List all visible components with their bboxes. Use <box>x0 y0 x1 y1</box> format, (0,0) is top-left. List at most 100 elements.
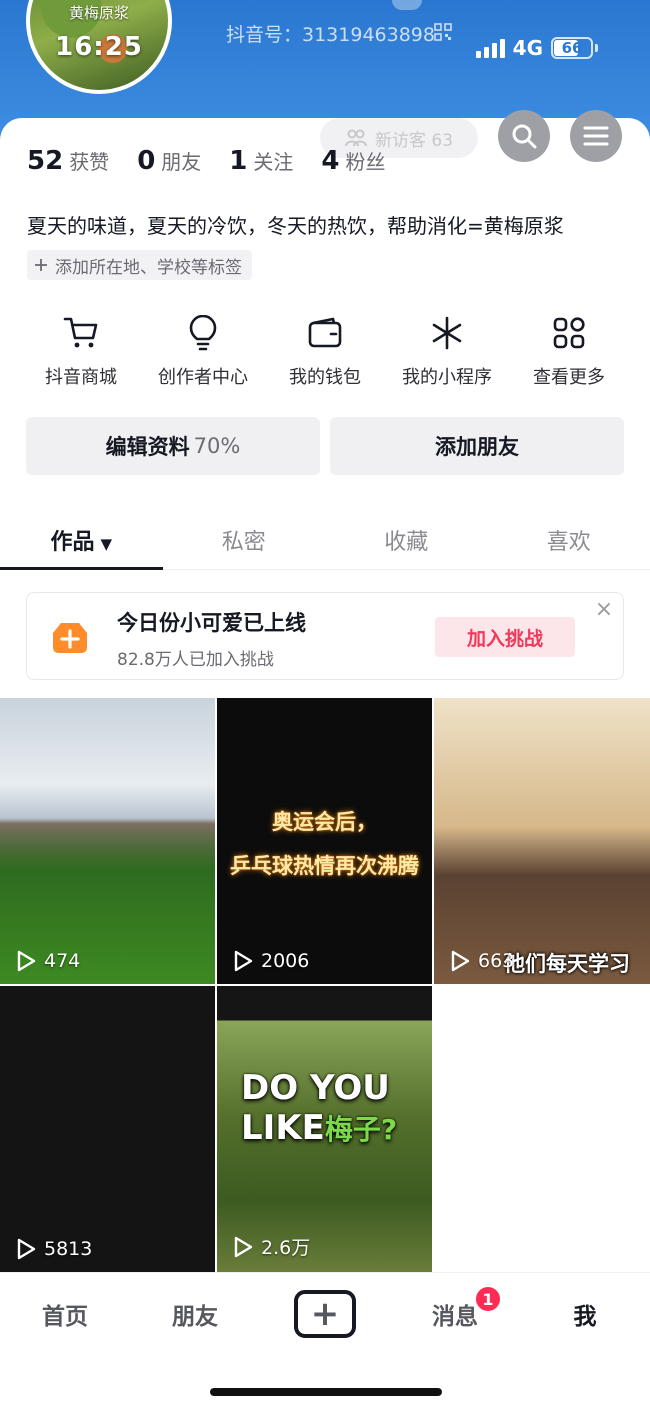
qr-code-icon[interactable] <box>434 23 452 41</box>
video-overlay-text: 乒乓球热情再次沸腾 <box>230 854 419 878</box>
video-caption: 他们每天学习 <box>504 952 630 976</box>
plus-icon <box>35 259 47 271</box>
asterisk-icon <box>427 313 467 353</box>
nav-me[interactable]: 我 <box>520 1273 650 1362</box>
create-plus-button[interactable]: + <box>294 1289 356 1338</box>
play-count-value: 474 <box>44 950 81 972</box>
profile-completion: 70% <box>193 434 241 458</box>
search-button[interactable] <box>498 110 550 162</box>
nav-home[interactable]: 首页 <box>0 1273 130 1362</box>
stat-following[interactable]: 1 关注 <box>229 146 293 176</box>
close-icon[interactable]: × <box>593 599 615 621</box>
battery-tip <box>595 44 598 52</box>
quick-link-mall[interactable]: 抖音商城 <box>20 313 142 389</box>
quick-link-creator-center[interactable]: 创作者中心 <box>142 313 264 389</box>
nav-messages-label: 消息 <box>432 1303 478 1330</box>
new-visitors-label: 新访客 63 <box>374 130 454 151</box>
nav-friends[interactable]: 朋友 <box>130 1273 260 1362</box>
douyin-id: 抖音号：31319463898 <box>226 24 435 46</box>
challenge-logo-icon <box>53 623 87 653</box>
add-tag-label: 添加所在地、学校等标签 <box>55 257 242 278</box>
quick-link-wallet[interactable]: 我的钱包 <box>264 313 386 389</box>
edit-profile-label: 编辑资料 <box>105 435 190 459</box>
play-icon <box>17 950 36 972</box>
tab-label: 作品 <box>50 530 95 555</box>
nav-create[interactable]: + <box>260 1273 390 1362</box>
video-grid: 474 奥运会后， 乒乓球热情再次沸腾 2006 他们每天学习 663 5813… <box>0 698 650 1272</box>
play-icon <box>451 950 470 972</box>
tab-favorites[interactable]: 收藏 <box>325 516 488 569</box>
visitors-icon <box>344 129 367 147</box>
play-count: 663 <box>450 950 514 972</box>
play-count: 5813 <box>16 1238 92 1260</box>
content-tabs: 作品 ▼ 私密 收藏 喜欢 <box>0 516 650 570</box>
challenge-participants: 82.8万人已加入挑战 <box>117 650 274 670</box>
stats-row: 52 获赞 0 朋友 1 关注 4 粉丝 <box>27 146 385 176</box>
video-thumbnail[interactable]: DO YOU LIKE梅子? 2.6万 <box>217 986 432 1272</box>
stat-friends[interactable]: 0 朋友 <box>137 146 201 176</box>
play-count: 474 <box>16 950 80 972</box>
bulb-icon <box>183 313 223 353</box>
stat-likes[interactable]: 52 获赞 <box>27 146 109 176</box>
play-icon <box>234 950 253 972</box>
add-tag-button[interactable]: 添加所在地、学校等标签 <box>27 250 252 280</box>
stat-value: 1 <box>229 146 248 176</box>
play-count-value: 2006 <box>261 950 310 972</box>
avatar-time: 16:25 <box>55 32 143 62</box>
quick-links: 抖音商城 创作者中心 我的钱包 我的小程序 查看更多 <box>20 313 630 389</box>
menu-button[interactable] <box>570 110 622 162</box>
quick-link-more[interactable]: 查看更多 <box>508 313 630 389</box>
video-overlay-line: LIKE <box>241 1108 325 1148</box>
video-overlay-line: DO YOU <box>241 1068 390 1108</box>
stat-followers[interactable]: 4 粉丝 <box>321 146 385 176</box>
challenge-banner[interactable]: 今日份小可爱已上线 82.8万人已加入挑战 加入挑战 × <box>26 592 624 680</box>
signal-icon <box>475 38 505 58</box>
video-thumbnail[interactable]: 474 <box>0 698 215 984</box>
play-icon <box>17 1238 36 1260</box>
stat-value: 4 <box>321 146 340 176</box>
tab-label: 收藏 <box>384 530 429 555</box>
bottom-nav: 首页 朋友 + 消息 1 我 <box>0 1272 650 1362</box>
play-count-value: 5813 <box>44 1238 93 1260</box>
video-overlay-text: DO YOU LIKE梅子? <box>241 1068 397 1150</box>
network-type: 4G <box>512 36 543 60</box>
nickname-badge <box>392 0 422 10</box>
status-bar: 4G 66 <box>475 36 598 60</box>
battery-percent: 66 <box>561 39 583 57</box>
profile-bio: 夏天的味道，夏天的冷饮，冬天的热饮，帮助消化=黄梅原浆 <box>27 214 564 238</box>
video-thumbnail[interactable]: 5813 <box>0 986 215 1272</box>
hamburger-icon <box>583 126 609 146</box>
play-icon <box>234 1236 253 1257</box>
caret-down-icon: ▼ <box>100 535 113 553</box>
wallet-icon <box>305 313 345 353</box>
tab-label: 喜欢 <box>546 530 591 555</box>
tab-label: 私密 <box>221 530 266 555</box>
home-indicator <box>210 1388 442 1396</box>
play-count: 2006 <box>233 950 309 972</box>
video-overlay-line: 梅子? <box>324 1113 398 1146</box>
message-badge: 1 <box>474 1285 502 1313</box>
stat-label: 关注 <box>253 150 294 174</box>
stat-value: 0 <box>137 146 156 176</box>
play-count: 2.6万 <box>233 1233 310 1260</box>
stat-label: 粉丝 <box>345 150 386 174</box>
tab-works[interactable]: 作品 ▼ <box>0 516 163 570</box>
grid-icon <box>549 313 589 353</box>
profile-actions: 编辑资料 70% 添加朋友 <box>26 417 624 475</box>
quick-link-label: 我的钱包 <box>289 367 361 388</box>
add-friend-button[interactable]: 添加朋友 <box>330 417 624 475</box>
avatar[interactable]: 黄梅原浆 16:25 <box>26 0 172 94</box>
quick-link-mini-programs[interactable]: 我的小程序 <box>386 313 508 389</box>
challenge-title: 今日份小可爱已上线 <box>117 611 306 635</box>
video-overlay-text: 奥运会后， <box>272 810 377 834</box>
battery-icon: 66 <box>551 37 593 59</box>
video-thumbnail[interactable]: 奥运会后， 乒乓球热情再次沸腾 2006 <box>217 698 432 984</box>
stat-value: 52 <box>27 146 64 176</box>
quick-link-label: 我的小程序 <box>402 367 492 388</box>
video-thumbnail[interactable]: 他们每天学习 663 <box>434 698 650 984</box>
nav-messages[interactable]: 消息 1 <box>390 1273 520 1362</box>
edit-profile-button[interactable]: 编辑资料 70% <box>26 417 320 475</box>
join-challenge-button[interactable]: 加入挑战 <box>435 617 575 657</box>
tab-private[interactable]: 私密 <box>163 516 326 569</box>
tab-likes[interactable]: 喜欢 <box>488 516 650 569</box>
